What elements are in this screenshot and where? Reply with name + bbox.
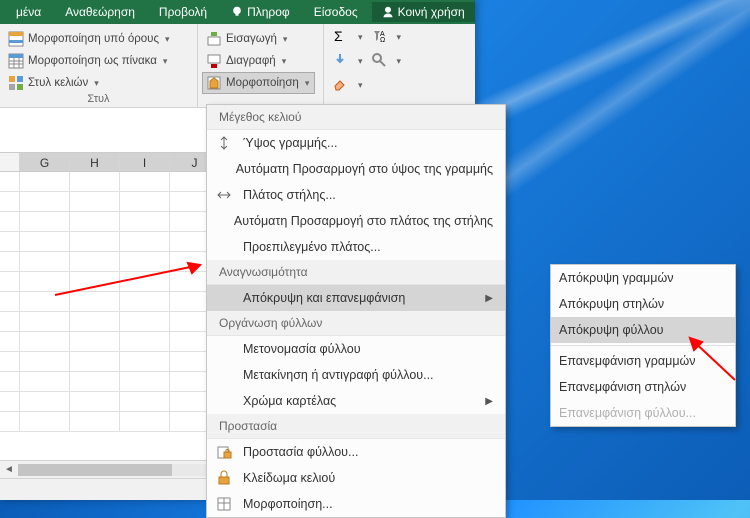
menu-item-autofit-row[interactable]: Αυτόματη Προσαρμογή στο ύψος της γραμμής bbox=[207, 156, 505, 182]
chevron-down-icon: ▾ bbox=[165, 34, 170, 45]
clear-button[interactable] bbox=[332, 76, 348, 95]
menu-item-unhide-sheet: Επανεμφάνιση φύλλου... bbox=[551, 400, 735, 426]
menu-item-row-height[interactable]: Ύψος γραμμής... bbox=[207, 130, 505, 156]
scroll-thumb[interactable] bbox=[18, 464, 172, 476]
chevron-down-icon: ▾ bbox=[283, 34, 288, 45]
menu-item-hide-unhide[interactable]: Απόκρυψη και επανεμφάνιση ▶ bbox=[207, 285, 505, 311]
tab-tellme[interactable]: Πληροφ bbox=[221, 2, 300, 22]
format-as-table-button[interactable]: Μορφοποίηση ως πίνακα▾ bbox=[8, 50, 189, 72]
menu-item-rename-sheet[interactable]: Μετονομασία φύλλου bbox=[207, 336, 505, 362]
menu-item-col-width[interactable]: Πλάτος στήλης... bbox=[207, 182, 505, 208]
tab-review[interactable]: Αναθεώρηση bbox=[55, 2, 145, 22]
menu-item-default-width[interactable]: Προεπιλεγμένο πλάτος... bbox=[207, 234, 505, 260]
tab-fragment[interactable]: μένα bbox=[6, 2, 51, 22]
menu-item-unhide-rows[interactable]: Επανεμφάνιση γραμμών bbox=[551, 348, 735, 374]
menu-item-unhide-cols[interactable]: Επανεμφάνιση στηλών bbox=[551, 374, 735, 400]
menu-item-autofit-col[interactable]: Αυτόματη Προσαρμογή στο πλάτος της στήλη… bbox=[207, 208, 505, 234]
format-dropdown-menu: Μέγεθος κελιού Ύψος γραμμής... Αυτόματη … bbox=[206, 104, 506, 518]
sort-filter-button[interactable]: AΩ bbox=[371, 28, 387, 47]
share-icon bbox=[382, 6, 394, 18]
svg-text:Σ: Σ bbox=[334, 28, 343, 44]
menu-item-tab-color[interactable]: Χρώμα καρτέλας ▶ bbox=[207, 388, 505, 414]
find-select-button[interactable] bbox=[371, 52, 387, 71]
menu-item-move-copy-sheet[interactable]: Μετακίνηση ή αντιγραφή φύλλου... bbox=[207, 362, 505, 388]
lock-icon bbox=[216, 470, 232, 486]
cell-styles-button[interactable]: Στυλ κελιών▾ bbox=[8, 72, 189, 94]
delete-icon bbox=[206, 53, 222, 69]
menu-header-cell-size: Μέγεθος κελιού bbox=[207, 105, 505, 130]
protect-sheet-icon bbox=[216, 444, 232, 460]
fill-button[interactable] bbox=[332, 52, 348, 71]
menu-item-lock-cell[interactable]: Κλείδωμα κελιού bbox=[207, 465, 505, 491]
submenu-arrow-icon: ▶ bbox=[485, 293, 493, 304]
group-label-styles: Στυλ bbox=[0, 93, 197, 105]
col-header[interactable]: G bbox=[20, 153, 70, 171]
insert-icon bbox=[206, 31, 222, 47]
ribbon: Μορφοποίηση υπό όρους▾ Μορφοποίηση ως πί… bbox=[0, 24, 475, 108]
tab-view[interactable]: Προβολή bbox=[149, 2, 217, 22]
insert-cells-button[interactable]: Εισαγωγή▾ bbox=[206, 28, 315, 50]
table-icon bbox=[8, 53, 24, 69]
menu-header-protection: Προστασία bbox=[207, 414, 505, 439]
hide-unhide-submenu: Απόκρυψη γραμμών Απόκρυψη στηλών Απόκρυψ… bbox=[550, 264, 736, 427]
menu-item-hide-rows[interactable]: Απόκρυψη γραμμών bbox=[551, 265, 735, 291]
cond-format-icon bbox=[8, 31, 24, 47]
scroll-left-icon[interactable]: ◄ bbox=[0, 464, 18, 475]
delete-cells-button[interactable]: Διαγραφή▾ bbox=[206, 50, 315, 72]
chevron-down-icon: ▾ bbox=[94, 78, 99, 89]
ribbon-group-editing: Σ▾ AΩ▾ ▾ ▾ ▾ bbox=[324, 24, 394, 107]
chevron-down-icon: ▾ bbox=[163, 56, 168, 67]
format-cells-icon bbox=[216, 496, 232, 512]
col-header-blank[interactable] bbox=[0, 153, 20, 171]
menu-item-hide-sheet[interactable]: Απόκρυψη φύλλου bbox=[551, 317, 735, 343]
conditional-formatting-button[interactable]: Μορφοποίηση υπό όρους▾ bbox=[8, 28, 189, 50]
col-width-icon bbox=[216, 187, 232, 203]
share-button[interactable]: Κοινή χρήση bbox=[372, 2, 475, 22]
col-header[interactable]: H bbox=[70, 153, 120, 171]
menu-item-protect-sheet[interactable]: Προστασία φύλλου... bbox=[207, 439, 505, 465]
signin-link[interactable]: Είσοδος bbox=[304, 2, 368, 22]
ribbon-group-cells: Εισαγωγή▾ Διαγραφή▾ Μορφοποίηση▾ bbox=[198, 24, 324, 107]
ribbon-tabs: μένα Αναθεώρηση Προβολή Πληροφ Είσοδος Κ… bbox=[0, 0, 475, 24]
menu-item-format-cells[interactable]: Μορφοποίηση... bbox=[207, 491, 505, 517]
menu-header-organize-sheets: Οργάνωση φύλλων bbox=[207, 311, 505, 336]
menu-item-hide-cols[interactable]: Απόκρυψη στηλών bbox=[551, 291, 735, 317]
autosum-button[interactable]: Σ bbox=[332, 28, 348, 47]
submenu-arrow-icon: ▶ bbox=[485, 396, 493, 407]
col-header[interactable]: I bbox=[120, 153, 170, 171]
cell-styles-icon bbox=[8, 75, 24, 91]
chevron-down-icon: ▾ bbox=[282, 56, 287, 67]
row-height-icon bbox=[216, 135, 232, 151]
svg-text:Ω: Ω bbox=[380, 37, 385, 44]
ribbon-group-styles: Μορφοποίηση υπό όρους▾ Μορφοποίηση ως πί… bbox=[0, 24, 198, 107]
menu-header-visibility: Αναγνωσιμότητα bbox=[207, 260, 505, 285]
format-cells-button[interactable]: Μορφοποίηση▾ bbox=[202, 72, 315, 94]
chevron-down-icon: ▾ bbox=[305, 78, 310, 89]
format-icon bbox=[206, 75, 222, 91]
